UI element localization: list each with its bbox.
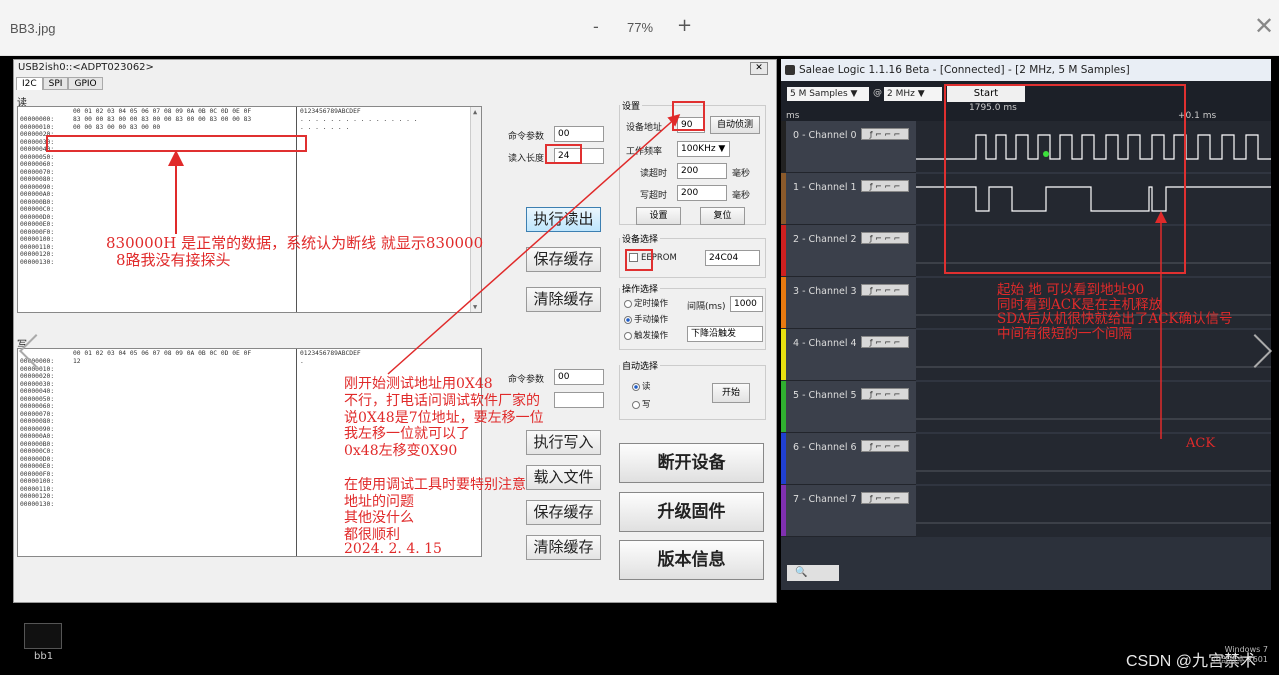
zoom-out-button[interactable]: - <box>593 17 599 36</box>
filename: BB3.jpg <box>10 21 56 36</box>
zoom-in-button[interactable]: + <box>677 15 692 36</box>
note-line: 0x48左移变0X90 <box>344 443 458 460</box>
note-line: 2024. 2. 4. 15 <box>344 541 442 557</box>
zoom-level: 77% <box>627 20 654 35</box>
thumbnail[interactable] <box>24 623 62 649</box>
image-stage: USB2ish0::<ADPT023062> ✕ I2C SPI GPIO 读 … <box>0 56 1279 675</box>
annotation-arrows <box>168 114 1167 439</box>
note-line: 中间有很短的一个间隔 <box>997 325 1132 342</box>
close-icon[interactable]: ✕ <box>1254 14 1274 38</box>
note-ack: ACK <box>1186 436 1216 451</box>
thumbnail-label: bb1 <box>34 651 54 662</box>
viewer-toolbar: BB3.jpg - 77% + ✕ <box>0 0 1279 56</box>
note-no-probe: 8路我没有接探头 <box>116 251 231 269</box>
windows-version: Windows 7 内部版本 7601 <box>1213 645 1268 664</box>
